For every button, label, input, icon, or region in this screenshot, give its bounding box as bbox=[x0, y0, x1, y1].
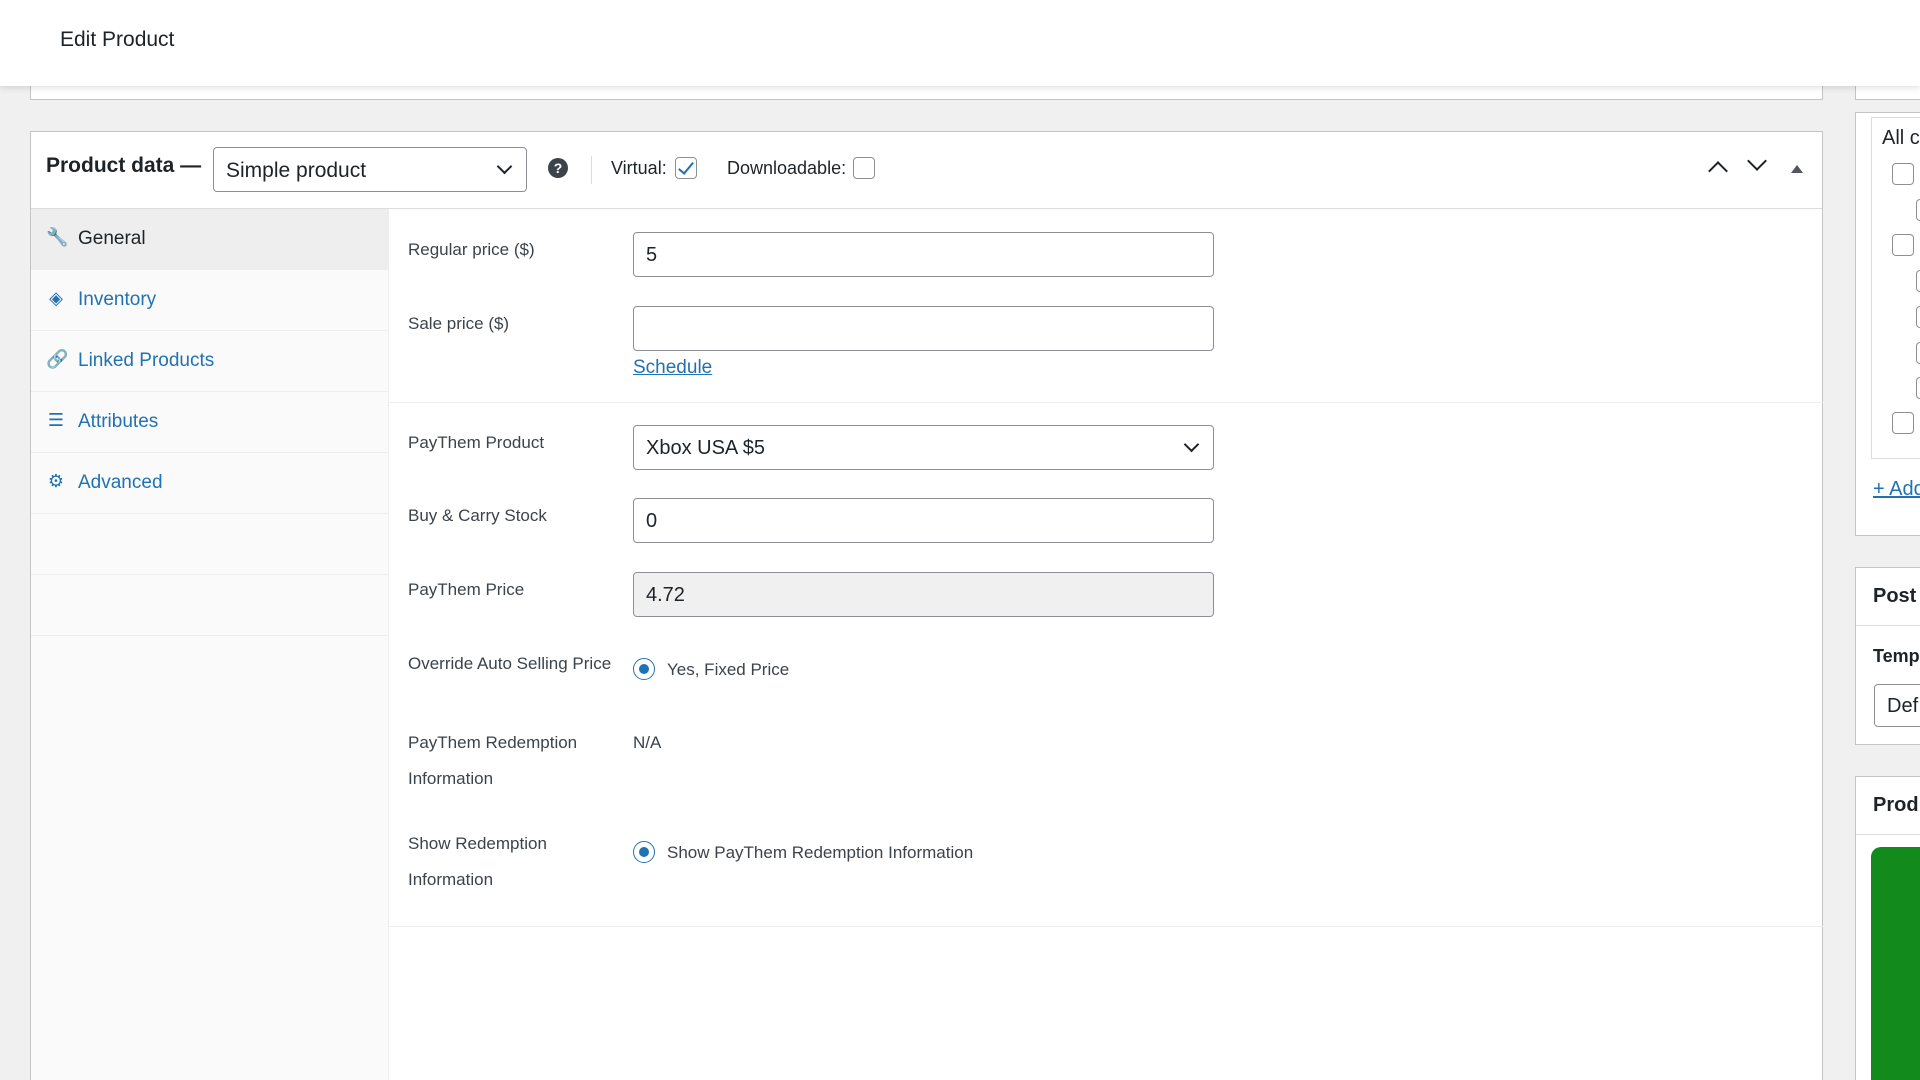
redemption-info-label: Information bbox=[408, 769, 494, 788]
collapse-toggle-icon[interactable] bbox=[1791, 165, 1803, 173]
product-type-value: Simple product bbox=[226, 159, 367, 182]
box-divider bbox=[1856, 834, 1920, 835]
chevron-down-icon bbox=[496, 158, 513, 175]
tab-empty bbox=[31, 514, 389, 575]
buy-carry-stock-input[interactable]: 0 bbox=[633, 498, 1214, 543]
header-separator bbox=[591, 156, 592, 184]
virtual-label: Virtual: bbox=[611, 158, 667, 178]
tag-icon: ◈ bbox=[49, 288, 63, 308]
downloadable-checkbox[interactable] bbox=[853, 157, 875, 179]
tab-inventory[interactable]: ◈ Inventory bbox=[31, 270, 389, 331]
tab-label: Inventory bbox=[78, 289, 157, 310]
category-checkbox[interactable] bbox=[1916, 377, 1920, 399]
move-down-icon[interactable] bbox=[1747, 151, 1767, 171]
redemption-info-label: PayThem Redemption bbox=[408, 733, 578, 752]
box-divider bbox=[1856, 625, 1920, 626]
product-data-title: Product data — bbox=[46, 154, 202, 177]
sale-price-input[interactable] bbox=[633, 306, 1214, 351]
regular-price-label: Regular price ($) bbox=[408, 240, 535, 259]
all-categories-tab[interactable]: All ca bbox=[1882, 127, 1920, 150]
paythem-product-select[interactable]: Xbox USA $5 bbox=[633, 425, 1214, 470]
product-image-title: Prod bbox=[1873, 794, 1919, 816]
category-checkbox[interactable] bbox=[1916, 342, 1920, 364]
tab-empty bbox=[31, 575, 389, 636]
tab-advanced[interactable]: ⚙ Advanced bbox=[31, 453, 389, 514]
add-category-link[interactable]: + Add bbox=[1873, 478, 1920, 501]
tab-label: Attributes bbox=[78, 411, 159, 432]
paythem-price-input: 4.72 bbox=[633, 572, 1214, 617]
show-redemption-option-label[interactable]: Show PayThem Redemption Information bbox=[667, 843, 973, 863]
section-divider bbox=[389, 402, 1823, 403]
paythem-price-label: PayThem Price bbox=[408, 580, 525, 599]
redemption-info-value: N/A bbox=[633, 733, 662, 752]
product-data-tabs: 🔧 General ◈ Inventory 🔗 Linked Products … bbox=[31, 209, 389, 1080]
regular-price-value: 5 bbox=[646, 244, 658, 266]
page-title: Edit Product bbox=[60, 28, 175, 51]
override-price-label: Override Auto Selling Price bbox=[408, 654, 612, 673]
move-up-icon[interactable] bbox=[1708, 161, 1728, 181]
wrench-icon: 🔧 bbox=[46, 227, 69, 247]
top-bar: Edit Product bbox=[0, 0, 1920, 86]
product-categories-box: All ca + Add bbox=[1855, 112, 1920, 536]
tab-attributes[interactable]: ☰ Attributes bbox=[31, 392, 389, 453]
template-label: Temp bbox=[1873, 646, 1920, 666]
paythem-product-label: PayThem Product bbox=[408, 433, 545, 452]
category-checkbox[interactable] bbox=[1916, 199, 1920, 221]
show-redemption-radio[interactable] bbox=[633, 841, 655, 863]
category-checkbox[interactable] bbox=[1916, 270, 1920, 292]
buy-carry-stock-value: 0 bbox=[646, 510, 658, 532]
sale-price-label: Sale price ($) bbox=[408, 314, 510, 333]
tab-general[interactable]: 🔧 General bbox=[31, 209, 389, 270]
buy-carry-stock-label: Buy & Carry Stock bbox=[408, 506, 547, 525]
downloadable-label: Downloadable: bbox=[727, 158, 847, 178]
tab-label: General bbox=[78, 228, 146, 249]
tab-label: Advanced bbox=[78, 472, 163, 493]
template-value: Def bbox=[1887, 695, 1919, 717]
virtual-checkbox[interactable] bbox=[675, 157, 697, 179]
show-redemption-label: Show Redemption bbox=[408, 834, 547, 853]
link-icon: 🔗 bbox=[46, 349, 69, 369]
product-image[interactable] bbox=[1871, 847, 1920, 1080]
override-fixed-price-label[interactable]: Yes, Fixed Price bbox=[667, 660, 789, 680]
override-fixed-price-radio[interactable] bbox=[633, 658, 655, 680]
post-attributes-title: Post bbox=[1873, 585, 1917, 607]
gear-icon: ⚙ bbox=[47, 471, 65, 491]
category-checkbox[interactable] bbox=[1892, 163, 1914, 185]
section-divider bbox=[389, 926, 1823, 927]
list-icon: ☰ bbox=[47, 410, 65, 430]
product-image-box: Prod bbox=[1855, 776, 1920, 1080]
schedule-link[interactable]: Schedule bbox=[633, 357, 712, 379]
paythem-product-value: Xbox USA $5 bbox=[646, 437, 765, 459]
chevron-down-icon bbox=[1183, 436, 1200, 453]
product-data-panel: Product data — Simple product ? Virtual:… bbox=[30, 131, 1823, 1080]
category-checkbox[interactable] bbox=[1892, 412, 1914, 434]
product-data-header: Product data — Simple product ? Virtual:… bbox=[31, 132, 1822, 209]
category-checkbox[interactable] bbox=[1892, 234, 1914, 256]
help-icon[interactable]: ? bbox=[548, 158, 568, 178]
show-redemption-label: Information bbox=[408, 870, 494, 889]
template-select[interactable]: Def bbox=[1874, 684, 1920, 727]
category-checkbox[interactable] bbox=[1916, 306, 1920, 328]
regular-price-input[interactable]: 5 bbox=[633, 232, 1214, 277]
tab-label: Linked Products bbox=[78, 350, 215, 371]
paythem-price-value: 4.72 bbox=[646, 584, 685, 606]
product-type-select[interactable]: Simple product bbox=[213, 147, 527, 192]
post-attributes-box: Post Temp Def bbox=[1855, 567, 1920, 745]
general-fields: Regular price ($) 5 Sale price ($) Sched… bbox=[389, 209, 1823, 1080]
tab-linked-products[interactable]: 🔗 Linked Products bbox=[31, 331, 389, 392]
